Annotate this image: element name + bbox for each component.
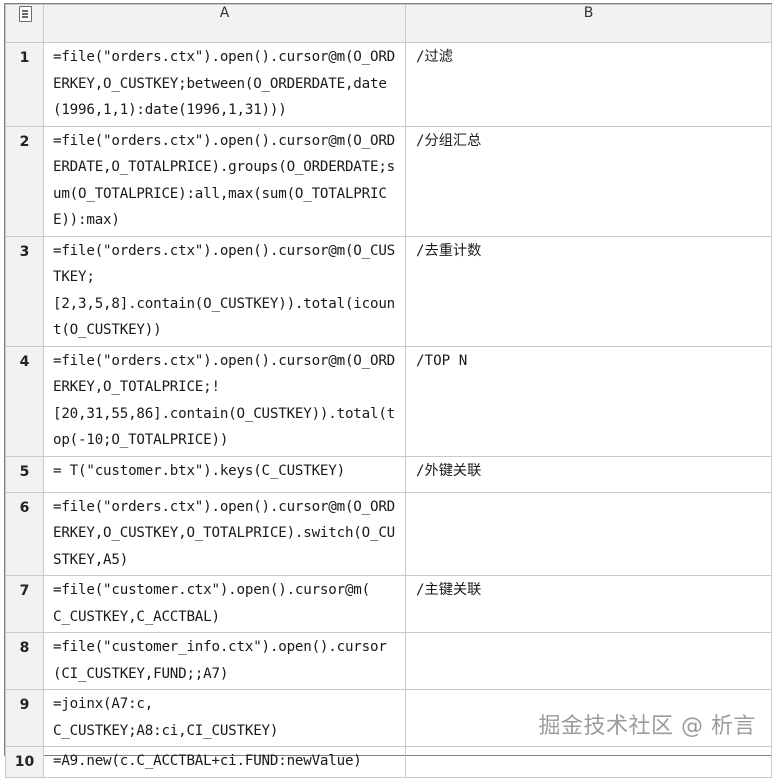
cell-b5[interactable]: /外键关联 xyxy=(405,455,772,493)
row-header-7[interactable]: 7 xyxy=(5,575,44,633)
row-header-6[interactable]: 6 xyxy=(5,491,44,576)
cell-a3[interactable]: =file("orders.ctx").open().cursor@m(O_CU… xyxy=(43,235,406,347)
cell-a8[interactable]: =file("customer_info.ctx").open().cursor… xyxy=(43,632,406,690)
cell-table: A B 1 =file("orders.ctx").open().cursor@… xyxy=(5,4,772,778)
document-list-icon xyxy=(18,6,32,22)
cell-a6[interactable]: =file("orders.ctx").open().cursor@m(O_OR… xyxy=(43,491,406,576)
column-header-b[interactable]: B xyxy=(405,4,772,43)
cell-a4[interactable]: =file("orders.ctx").open().cursor@m(O_OR… xyxy=(43,345,406,457)
cell-b10[interactable] xyxy=(405,746,772,778)
cell-a2[interactable]: =file("orders.ctx").open().cursor@m(O_OR… xyxy=(43,125,406,237)
cell-b4[interactable]: /TOP N xyxy=(405,345,772,457)
cell-a1[interactable]: =file("orders.ctx").open().cursor@m(O_OR… xyxy=(43,42,406,127)
spreadsheet-grid: A B 1 =file("orders.ctx").open().cursor@… xyxy=(4,3,772,778)
row-header-3[interactable]: 3 xyxy=(5,235,44,347)
cell-a9[interactable]: =joinx(A7:c, C_CUSTKEY;A8:ci,CI_CUSTKEY) xyxy=(43,689,406,747)
cell-b6[interactable] xyxy=(405,491,772,576)
cell-a10[interactable]: =A9.new(c.C_ACCTBAL+ci.FUND:newValue) xyxy=(43,746,406,778)
row-header-4[interactable]: 4 xyxy=(5,345,44,457)
row-header-10[interactable]: 10 xyxy=(5,746,44,778)
row-header-8[interactable]: 8 xyxy=(5,632,44,690)
column-header-a[interactable]: A xyxy=(43,4,406,43)
row-header-2[interactable]: 2 xyxy=(5,125,44,237)
row-header-1[interactable]: 1 xyxy=(5,42,44,127)
cell-b2[interactable]: /分组汇总 xyxy=(405,125,772,237)
cell-b8[interactable] xyxy=(405,632,772,690)
cell-b3[interactable]: /去重计数 xyxy=(405,235,772,347)
select-all-corner[interactable] xyxy=(5,4,44,43)
row-header-9[interactable]: 9 xyxy=(5,689,44,747)
cell-a5[interactable]: = T("customer.btx").keys(C_CUSTKEY) xyxy=(43,455,406,493)
cell-b1[interactable]: /过滤 xyxy=(405,42,772,127)
cell-b7[interactable]: /主键关联 xyxy=(405,575,772,633)
watermark: 掘金技术社区 @ 析言 xyxy=(538,714,756,739)
row-header-5[interactable]: 5 xyxy=(5,455,44,493)
cell-a7[interactable]: =file("customer.ctx").open().cursor@m( C… xyxy=(43,575,406,633)
